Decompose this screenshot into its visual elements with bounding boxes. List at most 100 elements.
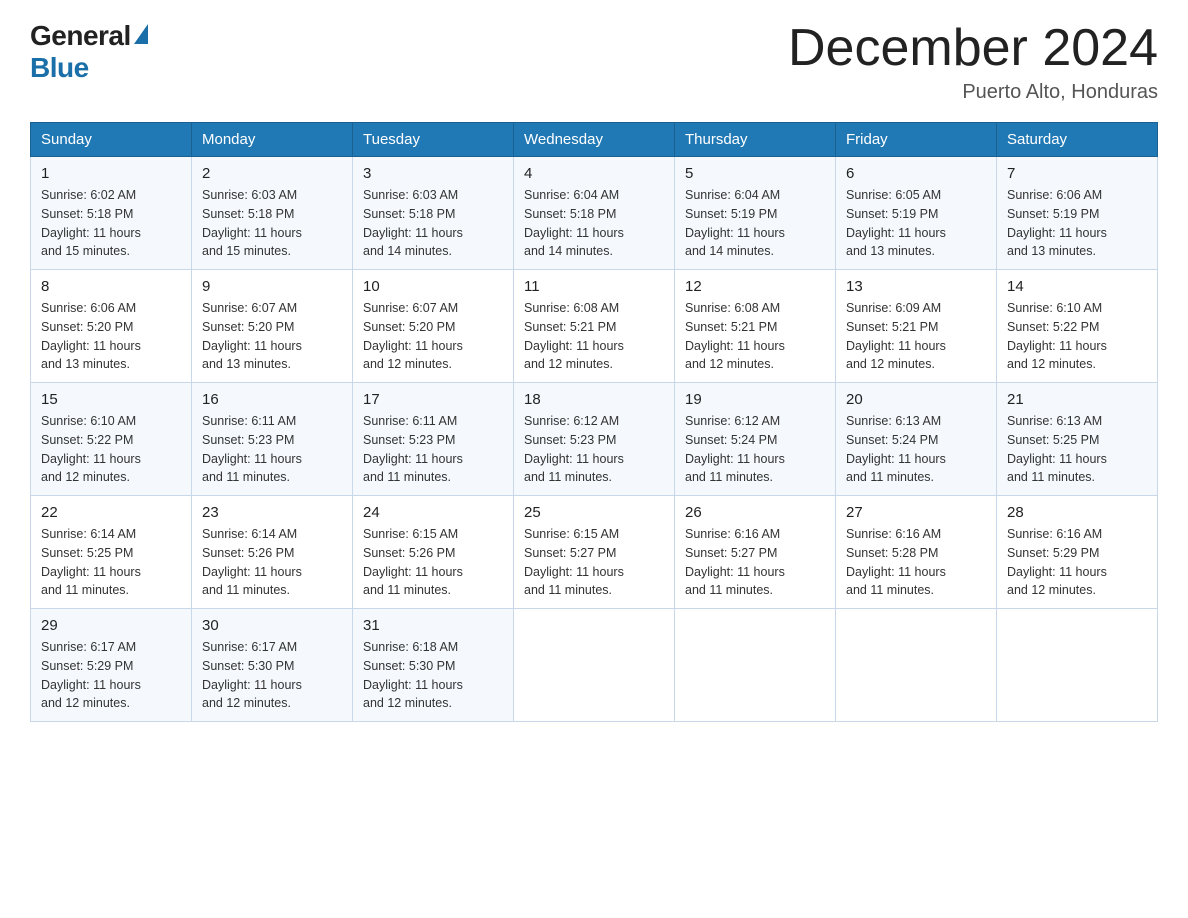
calendar-table: Sunday Monday Tuesday Wednesday Thursday… [30, 122, 1158, 722]
col-tuesday: Tuesday [353, 123, 514, 157]
day-info: Sunrise: 6:13 AMSunset: 5:24 PMDaylight:… [846, 412, 986, 487]
day-info: Sunrise: 6:08 AMSunset: 5:21 PMDaylight:… [524, 299, 664, 374]
day-info: Sunrise: 6:15 AMSunset: 5:26 PMDaylight:… [363, 525, 503, 600]
logo-general-text: General [30, 20, 131, 52]
day-number: 5 [685, 165, 825, 182]
logo-blue-text: Blue [30, 52, 89, 84]
day-info: Sunrise: 6:06 AMSunset: 5:20 PMDaylight:… [41, 299, 181, 374]
day-number: 20 [846, 391, 986, 408]
day-info: Sunrise: 6:17 AMSunset: 5:29 PMDaylight:… [41, 638, 181, 713]
day-info: Sunrise: 6:09 AMSunset: 5:21 PMDaylight:… [846, 299, 986, 374]
day-number: 27 [846, 504, 986, 521]
day-info: Sunrise: 6:16 AMSunset: 5:29 PMDaylight:… [1007, 525, 1147, 600]
calendar-day-cell: 1 Sunrise: 6:02 AMSunset: 5:18 PMDaylight… [31, 157, 192, 270]
col-saturday: Saturday [997, 123, 1158, 157]
calendar-day-cell [514, 609, 675, 722]
calendar-day-cell: 14 Sunrise: 6:10 AMSunset: 5:22 PMDayligh… [997, 270, 1158, 383]
calendar-day-cell: 24 Sunrise: 6:15 AMSunset: 5:26 PMDayligh… [353, 496, 514, 609]
col-friday: Friday [836, 123, 997, 157]
calendar-day-cell: 12 Sunrise: 6:08 AMSunset: 5:21 PMDayligh… [675, 270, 836, 383]
day-info: Sunrise: 6:11 AMSunset: 5:23 PMDaylight:… [363, 412, 503, 487]
col-thursday: Thursday [675, 123, 836, 157]
day-number: 15 [41, 391, 181, 408]
day-number: 1 [41, 165, 181, 182]
calendar-day-cell: 25 Sunrise: 6:15 AMSunset: 5:27 PMDayligh… [514, 496, 675, 609]
logo-triangle-icon [134, 24, 148, 44]
day-info: Sunrise: 6:10 AMSunset: 5:22 PMDaylight:… [1007, 299, 1147, 374]
day-number: 31 [363, 617, 503, 634]
calendar-day-cell: 4Sunrise: 6:04 AMSunset: 5:18 PMDaylight… [514, 157, 675, 270]
calendar-week-row: 8Sunrise: 6:06 AMSunset: 5:20 PMDaylight… [31, 270, 1158, 383]
col-monday: Monday [192, 123, 353, 157]
calendar-day-cell: 15 Sunrise: 6:10 AMSunset: 5:22 PMDayligh… [31, 383, 192, 496]
day-number: 13 [846, 278, 986, 295]
calendar-day-cell: 23 Sunrise: 6:14 AMSunset: 5:26 PMDayligh… [192, 496, 353, 609]
day-number: 25 [524, 504, 664, 521]
day-number: 14 [1007, 278, 1147, 295]
day-info: Sunrise: 6:16 AMSunset: 5:27 PMDaylight:… [685, 525, 825, 600]
calendar-day-cell: 7 Sunrise: 6:06 AMSunset: 5:19 PMDaylight… [997, 157, 1158, 270]
day-number: 3 [363, 165, 503, 182]
day-info: Sunrise: 6:02 AMSunset: 5:18 PMDaylight:… [41, 186, 181, 261]
day-number: 7 [1007, 165, 1147, 182]
calendar-day-cell: 16 Sunrise: 6:11 AMSunset: 5:23 PMDayligh… [192, 383, 353, 496]
calendar-day-cell: 30Sunrise: 6:17 AMSunset: 5:30 PMDayligh… [192, 609, 353, 722]
calendar-day-cell: 21Sunrise: 6:13 AMSunset: 5:25 PMDayligh… [997, 383, 1158, 496]
day-info: Sunrise: 6:04 AMSunset: 5:18 PMDaylight:… [524, 186, 664, 261]
location-subtitle: Puerto Alto, Honduras [788, 81, 1158, 104]
day-number: 12 [685, 278, 825, 295]
day-number: 24 [363, 504, 503, 521]
day-info: Sunrise: 6:06 AMSunset: 5:19 PMDaylight:… [1007, 186, 1147, 261]
day-info: Sunrise: 6:12 AMSunset: 5:23 PMDaylight:… [524, 412, 664, 487]
day-info: Sunrise: 6:07 AMSunset: 5:20 PMDaylight:… [363, 299, 503, 374]
calendar-day-cell: 6Sunrise: 6:05 AMSunset: 5:19 PMDaylight… [836, 157, 997, 270]
day-info: Sunrise: 6:14 AMSunset: 5:26 PMDaylight:… [202, 525, 342, 600]
day-number: 22 [41, 504, 181, 521]
calendar-day-cell: 31 Sunrise: 6:18 AMSunset: 5:30 PMDayligh… [353, 609, 514, 722]
calendar-day-cell: 9 Sunrise: 6:07 AMSunset: 5:20 PMDaylight… [192, 270, 353, 383]
day-number: 16 [202, 391, 342, 408]
day-number: 9 [202, 278, 342, 295]
calendar-body: 1 Sunrise: 6:02 AMSunset: 5:18 PMDaylight… [31, 157, 1158, 722]
day-info: Sunrise: 6:17 AMSunset: 5:30 PMDaylight:… [202, 638, 342, 713]
day-number: 29 [41, 617, 181, 634]
day-info: Sunrise: 6:10 AMSunset: 5:22 PMDaylight:… [41, 412, 181, 487]
calendar-day-cell: 13 Sunrise: 6:09 AMSunset: 5:21 PMDayligh… [836, 270, 997, 383]
day-info: Sunrise: 6:14 AMSunset: 5:25 PMDaylight:… [41, 525, 181, 600]
day-info: Sunrise: 6:07 AMSunset: 5:20 PMDaylight:… [202, 299, 342, 374]
day-info: Sunrise: 6:12 AMSunset: 5:24 PMDaylight:… [685, 412, 825, 487]
day-number: 28 [1007, 504, 1147, 521]
calendar-day-cell: 11 Sunrise: 6:08 AMSunset: 5:21 PMDayligh… [514, 270, 675, 383]
day-number: 19 [685, 391, 825, 408]
day-info: Sunrise: 6:03 AMSunset: 5:18 PMDaylight:… [363, 186, 503, 261]
day-info: Sunrise: 6:15 AMSunset: 5:27 PMDaylight:… [524, 525, 664, 600]
calendar-week-row: 15 Sunrise: 6:10 AMSunset: 5:22 PMDayligh… [31, 383, 1158, 496]
col-wednesday: Wednesday [514, 123, 675, 157]
calendar-day-cell: 18 Sunrise: 6:12 AMSunset: 5:23 PMDayligh… [514, 383, 675, 496]
calendar-day-cell [675, 609, 836, 722]
calendar-day-cell: 22 Sunrise: 6:14 AMSunset: 5:25 PMDayligh… [31, 496, 192, 609]
calendar-header: Sunday Monday Tuesday Wednesday Thursday… [31, 123, 1158, 157]
calendar-day-cell: 27 Sunrise: 6:16 AMSunset: 5:28 PMDayligh… [836, 496, 997, 609]
day-info: Sunrise: 6:11 AMSunset: 5:23 PMDaylight:… [202, 412, 342, 487]
day-number: 11 [524, 278, 664, 295]
day-info: Sunrise: 6:08 AMSunset: 5:21 PMDaylight:… [685, 299, 825, 374]
day-number: 21 [1007, 391, 1147, 408]
calendar-week-row: 29 Sunrise: 6:17 AMSunset: 5:29 PMDayligh… [31, 609, 1158, 722]
day-number: 2 [202, 165, 342, 182]
day-info: Sunrise: 6:16 AMSunset: 5:28 PMDaylight:… [846, 525, 986, 600]
calendar-day-cell: 3 Sunrise: 6:03 AMSunset: 5:18 PMDaylight… [353, 157, 514, 270]
day-info: Sunrise: 6:18 AMSunset: 5:30 PMDaylight:… [363, 638, 503, 713]
calendar-week-row: 22 Sunrise: 6:14 AMSunset: 5:25 PMDayligh… [31, 496, 1158, 609]
calendar-day-cell: 29 Sunrise: 6:17 AMSunset: 5:29 PMDayligh… [31, 609, 192, 722]
day-number: 26 [685, 504, 825, 521]
calendar-day-cell [836, 609, 997, 722]
day-number: 18 [524, 391, 664, 408]
calendar-day-cell [997, 609, 1158, 722]
logo: General Blue [30, 20, 148, 84]
day-info: Sunrise: 6:03 AMSunset: 5:18 PMDaylight:… [202, 186, 342, 261]
calendar-day-cell: 2 Sunrise: 6:03 AMSunset: 5:18 PMDaylight… [192, 157, 353, 270]
calendar-day-cell: 8Sunrise: 6:06 AMSunset: 5:20 PMDaylight… [31, 270, 192, 383]
header-row: Sunday Monday Tuesday Wednesday Thursday… [31, 123, 1158, 157]
day-number: 23 [202, 504, 342, 521]
